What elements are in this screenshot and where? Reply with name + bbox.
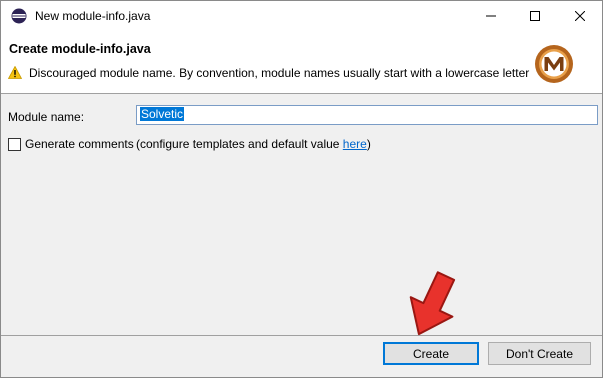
warning-icon (8, 66, 22, 79)
maximize-icon (530, 11, 540, 21)
minimize-button[interactable] (468, 1, 514, 31)
dialog-header: Create module-info.java Discouraged modu… (1, 31, 602, 94)
close-button[interactable] (557, 1, 602, 31)
close-icon (575, 11, 585, 21)
configure-templates-link[interactable]: here (343, 137, 367, 151)
dialog-heading: Create module-info.java (9, 42, 151, 56)
warning-message: Discouraged module name. By convention, … (29, 66, 530, 80)
minimize-icon (486, 15, 496, 17)
configure-templates-suffix: ) (366, 137, 371, 151)
module-name-label: Module name: (8, 110, 85, 124)
maximize-button[interactable] (512, 1, 558, 31)
title-bar: New module-info.java (1, 1, 602, 31)
module-name-input[interactable]: Solvetic (136, 105, 598, 125)
configure-templates-text: (configure templates and default value h… (136, 137, 371, 151)
configure-templates-prefix: (configure templates and default value (136, 137, 343, 151)
dont-create-button[interactable]: Don't Create (488, 342, 591, 365)
module-name-value: Solvetic (140, 107, 185, 121)
generate-comments-label[interactable]: Generate comments (25, 137, 134, 151)
window-title: New module-info.java (35, 9, 151, 23)
dialog-window: New module-info.java Create module-info.… (0, 0, 603, 378)
red-arrow-annotation (409, 271, 456, 336)
dialog-footer: Create Don't Create (1, 336, 602, 377)
solvetic-logo (535, 45, 573, 83)
create-button[interactable]: Create (383, 342, 479, 365)
generate-comments-checkbox[interactable] (8, 138, 21, 151)
dialog-body: Module name: Solvetic Generate comments … (1, 95, 602, 335)
eclipse-icon (11, 8, 27, 24)
